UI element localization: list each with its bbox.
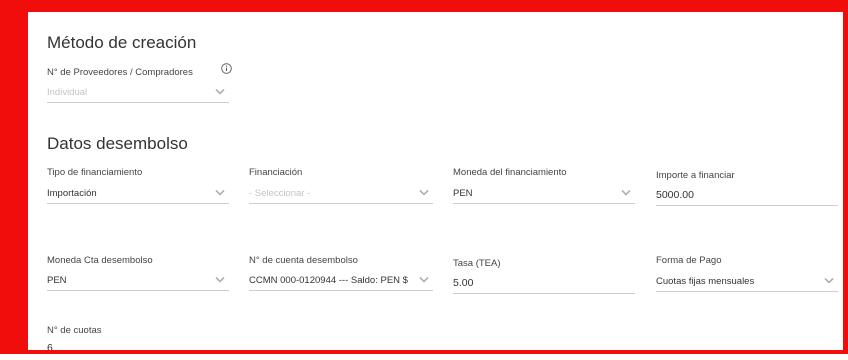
tasa-input[interactable]: 5.00 [453, 274, 635, 294]
section-title-desembolso: Datos desembolso [47, 134, 188, 153]
cuotas-input[interactable]: 6 [47, 340, 229, 360]
section-title-metodo: Método de creación [47, 33, 197, 52]
proveedores-value: Individual [47, 87, 88, 98]
cuotas-value: 6 [47, 342, 53, 354]
cuenta-desembolso-value: CCMN 000-0120944 --- Saldo: PEN $ [249, 275, 408, 286]
cuenta-desembolso-label: N° de cuenta desembolso [249, 255, 358, 266]
chevron-down-icon [215, 276, 225, 283]
moneda-cta-select[interactable]: PEN [47, 271, 229, 291]
info-icon[interactable] [221, 61, 232, 74]
moneda-financiamiento-label: Moneda del financiamiento [453, 167, 567, 178]
tasa-value: 5.00 [453, 277, 474, 289]
moneda-financiamiento-select[interactable]: PEN [453, 184, 635, 204]
proveedores-select[interactable]: Individual [47, 83, 229, 103]
tipo-financiamiento-label: Tipo de financiamiento [47, 167, 143, 178]
chevron-down-icon [824, 277, 834, 284]
chevron-down-icon [621, 189, 631, 196]
chevron-down-icon [215, 189, 225, 196]
moneda-financiamiento-value: PEN [453, 188, 473, 199]
tasa-label: Tasa (TEA) [453, 258, 501, 269]
cuotas-label: N° de cuotas [47, 325, 102, 336]
tipo-financiamiento-value: Importación [47, 188, 97, 199]
importe-label: Importe a financiar [656, 170, 735, 181]
forma-pago-value: Cuotas fijas mensuales [656, 276, 755, 287]
chevron-down-icon [419, 276, 429, 283]
importe-input[interactable]: 5000.00 [656, 186, 838, 206]
financiacion-label: Financiación [249, 167, 303, 178]
financiacion-select[interactable]: - Seleccionar - [249, 184, 433, 204]
tipo-financiamiento-select[interactable]: Importación [47, 184, 229, 204]
proveedores-label: N° de Proveedores / Compradores [47, 67, 193, 78]
moneda-cta-label: Moneda Cta desembolso [47, 255, 153, 266]
importe-value: 5000.00 [656, 189, 694, 201]
financiacion-value: - Seleccionar - [249, 188, 311, 199]
forma-pago-label: Forma de Pago [656, 255, 722, 266]
chevron-down-icon [215, 88, 225, 95]
cuenta-desembolso-select[interactable]: CCMN 000-0120944 --- Saldo: PEN $ [249, 271, 433, 291]
forma-pago-select[interactable]: Cuotas fijas mensuales [656, 272, 838, 292]
chevron-down-icon [419, 189, 429, 196]
moneda-cta-value: PEN [47, 275, 67, 286]
